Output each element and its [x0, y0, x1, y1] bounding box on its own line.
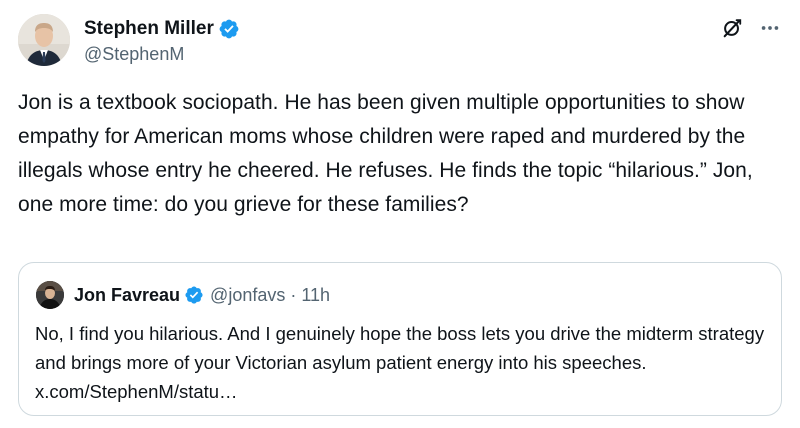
quote-author-avatar[interactable]: [36, 281, 64, 309]
grok-button[interactable]: [718, 14, 746, 42]
author-avatar[interactable]: [18, 14, 70, 66]
author-display-name[interactable]: Stephen Miller: [84, 17, 214, 41]
more-options-button[interactable]: [756, 14, 784, 42]
grok-icon: [723, 19, 742, 38]
verified-badge-icon[interactable]: [184, 285, 204, 305]
tweet-text: Jon is a textbook sociopath. He has been…: [18, 91, 753, 216]
author-name-row: Stephen Miller: [84, 16, 240, 42]
user-avatar-icon: [18, 14, 70, 66]
tweet-header: Stephen Miller @StephenM: [18, 10, 782, 68]
author-handle[interactable]: @StephenM: [84, 43, 184, 65]
more-icon: [761, 26, 779, 30]
verified-badge-icon[interactable]: [218, 18, 240, 40]
quote-author-handle[interactable]: @jonfavs: [210, 285, 285, 306]
quote-author-name[interactable]: Jon Favreau: [74, 285, 180, 306]
quote-tweet-card[interactable]: Jon Favreau @jonfavs · 11h No, I find yo…: [18, 262, 782, 416]
quote-header: Jon Favreau @jonfavs · 11h: [74, 281, 330, 309]
quote-timestamp[interactable]: 11h: [301, 285, 330, 306]
separator-dot: ·: [290, 284, 297, 305]
user-avatar-icon: [36, 281, 64, 309]
quote-tweet-text: No, I find you hilarious. And I genuinel…: [35, 323, 765, 402]
